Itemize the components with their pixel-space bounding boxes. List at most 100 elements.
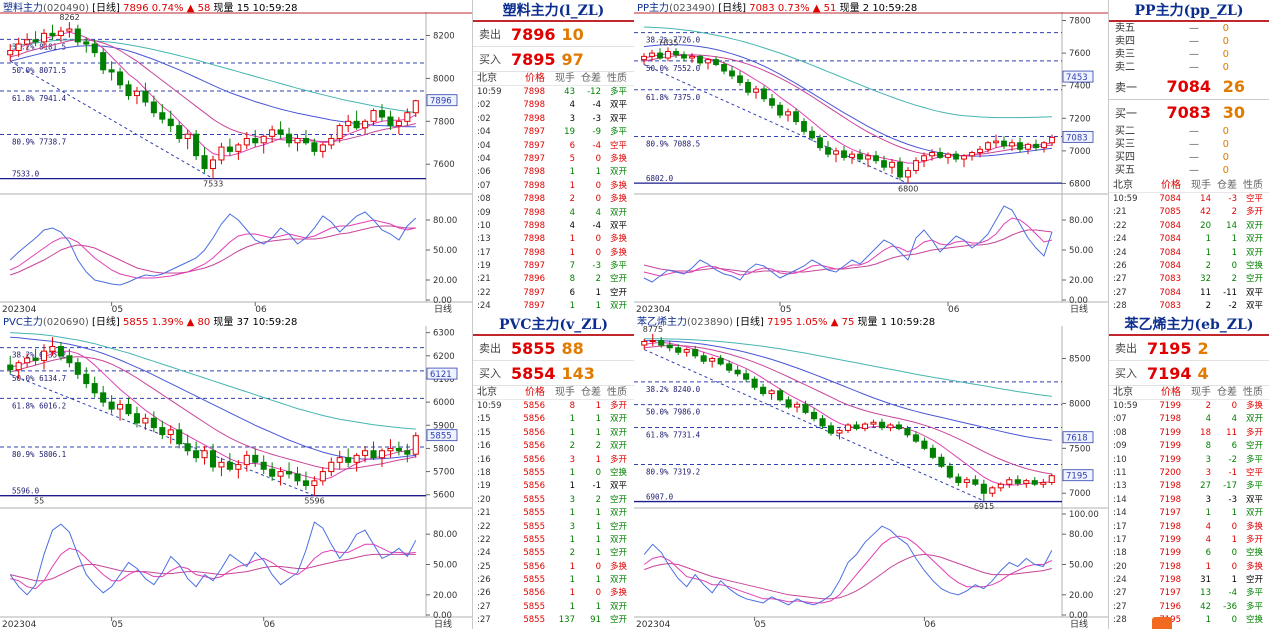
ask-level-row[interactable]: 卖三 — 0: [1109, 48, 1269, 61]
tick-row[interactable]: :26 5855 1 1 双开: [473, 574, 634, 587]
bid-level-row[interactable]: 买三 — 0: [1109, 138, 1269, 151]
tick-row[interactable]: :13 7198 27 -17 多平: [1109, 480, 1269, 493]
tick-row[interactable]: :27 7083 32 2 空开: [1109, 273, 1269, 286]
tick-row[interactable]: :22 5855 3 1 空开: [473, 521, 634, 534]
bid-level-row[interactable]: 买四 — 0: [1109, 151, 1269, 164]
tick-row[interactable]: :22 7897 6 1 空开: [473, 287, 634, 300]
tick-time: :15: [477, 414, 491, 425]
tick-row[interactable]: :02 7898 4 -4 双平: [473, 99, 634, 112]
kline-chart-eb[interactable]: 苯乙烯主力(023890) [日线] 7195 1.05% ▲ 75 现量 1 …: [634, 314, 1108, 629]
tick-row[interactable]: :17 7199 4 1 多开: [1109, 534, 1269, 547]
tick-row[interactable]: :27 7196 42 -36 多平: [1109, 601, 1269, 614]
tick-row[interactable]: :14 7198 3 -3 双平: [1109, 494, 1269, 507]
tick-list[interactable]: 10:59 5856 8 1 多开:15 5856 1 1 双开:15 5856 1 1 双开:16 58…: [473, 400, 634, 629]
tick-row[interactable]: :14 7197 1 1 双开: [1109, 507, 1269, 520]
tick-row[interactable]: :09 7199 8 6 空开: [1109, 440, 1269, 453]
tick-list[interactable]: 10:59 7199 2 0 多换:07 7198 4 4 双开:08 7199 18 11 多开:09…: [1109, 400, 1269, 629]
bid-level-row[interactable]: 买五 — 0: [1109, 164, 1269, 177]
tick-row[interactable]: :10 7898 4 -4 双平: [473, 220, 634, 233]
tick-row[interactable]: :18 7199 6 0 空换: [1109, 547, 1269, 560]
ask-level-row[interactable]: 卖二 — 0: [1109, 61, 1269, 74]
tick-row[interactable]: :28719510空换: [1109, 614, 1269, 627]
tick-row[interactable]: :26 7084 2 0 空换: [1109, 260, 1269, 273]
tick-volume: 6: [569, 287, 575, 298]
chart-panel-pp[interactable]: PP主力(023490) [日线] 7083 0.73% ▲ 51 现量 2 1…: [634, 0, 1108, 314]
tick-row[interactable]: :21 7896 8 2 空开: [473, 273, 634, 286]
tick-row[interactable]: :21 5855 1 1 双开: [473, 507, 634, 520]
tick-row[interactable]: :17 7898 1 0 多换: [473, 247, 634, 260]
candle-body: [904, 428, 911, 436]
sell-row[interactable]: 卖出 5855 88: [473, 336, 634, 361]
tick-row[interactable]: :28 7083 2 -2 双平: [1109, 300, 1269, 313]
tick-row[interactable]: :24 7084 1 1 双开: [1109, 233, 1269, 246]
tick-row[interactable]: :06 7898 1 1 双开: [473, 166, 634, 179]
sell-row[interactable]: 卖出 7896 10: [473, 22, 634, 47]
tick-row[interactable]: :21 7085 42 2 多开: [1109, 206, 1269, 219]
chart-panel-plastic[interactable]: 塑料主力(020490) [日线] 7896 0.74% ▲ 58 现量 15 …: [0, 0, 472, 314]
tick-row[interactable]: :07 7198 4 4 双开: [1109, 413, 1269, 426]
tick-row[interactable]: :04 7897 19 -9 多平: [473, 126, 634, 139]
tick-row[interactable]: :13 7898 1 0 多换: [473, 233, 634, 246]
tick-row[interactable]: :24 7084 1 1 双开: [1109, 247, 1269, 260]
tick-row[interactable]: :25 5856 1 0 多换: [473, 561, 634, 574]
candle-body: [861, 423, 869, 430]
tick-row[interactable]: :27 7084 11 -11 双平: [1109, 287, 1269, 300]
candle: [938, 453, 945, 469]
tick-row[interactable]: :16 5856 2 2 双开: [473, 440, 634, 453]
tick-row[interactable]: :04 7897 5 0 多换: [473, 153, 634, 166]
tick-row[interactable]: :27 5855 1 1 双开: [473, 601, 634, 614]
time-tick-label: 05: [755, 620, 766, 629]
kline-chart-pvc[interactable]: PVC主力(020690) [日线] 5855 1.39% ▲ 80 现量 37…: [0, 314, 472, 629]
bid-one-row[interactable]: 买一 7083 30: [1109, 100, 1269, 125]
tick-row[interactable]: 10:59 5856 8 1 多开: [473, 400, 634, 413]
tick-row[interactable]: :19 7897 7 -3 多平: [473, 260, 634, 273]
tick-row[interactable]: :24 7897 1 1 双开: [473, 300, 634, 313]
tick-row[interactable]: :22 7084 20 14 双开: [1109, 220, 1269, 233]
tick-price: 7085: [1159, 207, 1181, 218]
candle: [159, 420, 166, 440]
chart-panel-eb[interactable]: 苯乙烯主力(023890) [日线] 7195 1.05% ▲ 75 现量 1 …: [634, 314, 1108, 629]
tick-oi-change: 0: [1231, 548, 1237, 559]
tick-row[interactable]: :20 7198 1 0 多换: [1109, 561, 1269, 574]
tick-row[interactable]: :08 7898 2 0 多换: [473, 193, 634, 206]
ask-level-row[interactable]: 卖四 — 0: [1109, 35, 1269, 48]
tick-row[interactable]: :17 7198 4 0 多换: [1109, 521, 1269, 534]
tick-row[interactable]: :02 7898 3 -3 双平: [473, 113, 634, 126]
buy-row[interactable]: 买入 7895 97: [473, 47, 634, 72]
tick-row[interactable]: :24 5855 2 1 空开: [473, 547, 634, 560]
ask-one-row[interactable]: 卖一 7084 26: [1109, 74, 1269, 99]
sell-row[interactable]: 卖出 7195 2: [1109, 336, 1269, 361]
tick-row[interactable]: 10:59 7898 43 -12 多平: [473, 86, 634, 99]
buy-row[interactable]: 买入 5854 143: [473, 361, 634, 386]
candle: [353, 453, 360, 472]
tick-row[interactable]: :18 5855 1 0 空换: [473, 467, 634, 480]
tick-row[interactable]: :10 7199 3 -2 多平: [1109, 454, 1269, 467]
tick-list[interactable]: 10:59 7084 14 -3 空平:21 7085 42 2 多开:22 7084 20 14 双开…: [1109, 193, 1269, 314]
col-time: 北京: [1113, 180, 1133, 191]
tick-row[interactable]: :27 5855 137 91 空开: [473, 614, 634, 627]
tick-list[interactable]: 10:59 7898 43 -12 多平:02 7898 4 -4 双平:02 7898 3 -3 双平…: [473, 86, 634, 314]
tick-row[interactable]: :19 5856 1 -1 双平: [473, 480, 634, 493]
tick-row[interactable]: :07 7898 1 0 多换: [473, 180, 634, 193]
tick-row[interactable]: :09 7898 4 4 双开: [473, 207, 634, 220]
tick-row[interactable]: :08 7199 18 11 多开: [1109, 427, 1269, 440]
tick-row[interactable]: :22 5855 1 1 双开: [473, 534, 634, 547]
tick-row[interactable]: 10:59 7199 2 0 多换: [1109, 400, 1269, 413]
chart-panel-pvc[interactable]: PVC主力(020690) [日线] 5855 1.39% ▲ 80 现量 37…: [0, 314, 472, 629]
tick-row[interactable]: :04 7897 6 -4 空平: [473, 140, 634, 153]
sell-volume: 88: [561, 338, 584, 358]
tick-row[interactable]: 10:59 7084 14 -3 空平: [1109, 193, 1269, 206]
kline-chart-plastic[interactable]: 塑料主力(020490) [日线] 7896 0.74% ▲ 58 现量 15 …: [0, 0, 472, 314]
buy-row[interactable]: 买入 7194 4: [1109, 361, 1269, 386]
kline-chart-pp[interactable]: PP主力(023490) [日线] 7083 0.73% ▲ 51 现量 2 1…: [634, 0, 1108, 314]
tick-row[interactable]: :16 5856 3 1 多开: [473, 454, 634, 467]
tick-row[interactable]: :15 5856 1 1 双开: [473, 413, 634, 426]
tick-row[interactable]: :24 7198 31 1 空开: [1109, 574, 1269, 587]
tick-row[interactable]: :15 5856 1 1 双开: [473, 427, 634, 440]
ask-level-row[interactable]: 卖五 — 0: [1109, 22, 1269, 35]
tick-row[interactable]: :27 7197 13 -4 多平: [1109, 587, 1269, 600]
tick-row[interactable]: :11 7200 3 -1 空平: [1109, 467, 1269, 480]
tick-row[interactable]: :26 5856 1 0 多换: [473, 587, 634, 600]
tick-row[interactable]: :20 5855 3 2 空开: [473, 494, 634, 507]
bid-level-row[interactable]: 买二 — 0: [1109, 125, 1269, 138]
